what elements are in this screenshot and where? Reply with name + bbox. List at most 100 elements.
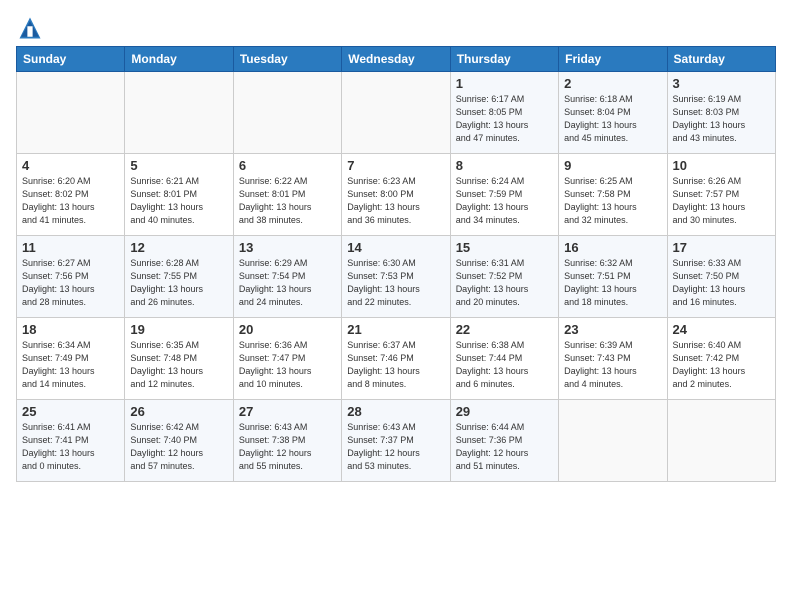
calendar-body: 1 Sunrise: 6:17 AM Sunset: 8:05 PM Daylig… (17, 72, 776, 482)
cell-info: Sunrise: 6:32 AM Sunset: 7:51 PM Dayligh… (564, 257, 661, 309)
calendar-cell: 20 Sunrise: 6:36 AM Sunset: 7:47 PM Dayli… (233, 318, 341, 400)
calendar-cell: 27 Sunrise: 6:43 AM Sunset: 7:38 PM Dayli… (233, 400, 341, 482)
calendar-cell: 3 Sunrise: 6:19 AM Sunset: 8:03 PM Daylig… (667, 72, 775, 154)
calendar-cell: 23 Sunrise: 6:39 AM Sunset: 7:43 PM Dayli… (559, 318, 667, 400)
cell-info: Sunrise: 6:22 AM Sunset: 8:01 PM Dayligh… (239, 175, 336, 227)
day-number: 11 (22, 240, 119, 255)
cell-info: Sunrise: 6:34 AM Sunset: 7:49 PM Dayligh… (22, 339, 119, 391)
day-number: 20 (239, 322, 336, 337)
calendar-cell: 2 Sunrise: 6:18 AM Sunset: 8:04 PM Daylig… (559, 72, 667, 154)
cell-info: Sunrise: 6:40 AM Sunset: 7:42 PM Dayligh… (673, 339, 770, 391)
calendar-cell: 14Sunrise: 6:30 AM Sunset: 7:53 PM Dayli… (342, 236, 450, 318)
calendar-cell: 18Sunrise: 6:34 AM Sunset: 7:49 PM Dayli… (17, 318, 125, 400)
cell-info: Sunrise: 6:24 AM Sunset: 7:59 PM Dayligh… (456, 175, 553, 227)
cell-info: Sunrise: 6:39 AM Sunset: 7:43 PM Dayligh… (564, 339, 661, 391)
day-number: 24 (673, 322, 770, 337)
logo (16, 14, 48, 42)
calendar-cell: 6 Sunrise: 6:22 AM Sunset: 8:01 PM Daylig… (233, 154, 341, 236)
cell-info: Sunrise: 6:23 AM Sunset: 8:00 PM Dayligh… (347, 175, 444, 227)
day-number: 12 (130, 240, 227, 255)
weekday-header: Monday (125, 47, 233, 72)
cell-info: Sunrise: 6:36 AM Sunset: 7:47 PM Dayligh… (239, 339, 336, 391)
cell-info: Sunrise: 6:31 AM Sunset: 7:52 PM Dayligh… (456, 257, 553, 309)
calendar-cell (17, 72, 125, 154)
cell-info: Sunrise: 6:33 AM Sunset: 7:50 PM Dayligh… (673, 257, 770, 309)
cell-info: Sunrise: 6:28 AM Sunset: 7:55 PM Dayligh… (130, 257, 227, 309)
calendar-cell (125, 72, 233, 154)
calendar-cell: 10 Sunrise: 6:26 AM Sunset: 7:57 PM Dayli… (667, 154, 775, 236)
calendar-week: 25 Sunrise: 6:41 AM Sunset: 7:41 PM Dayli… (17, 400, 776, 482)
day-number: 3 (673, 76, 770, 91)
day-number: 21 (347, 322, 444, 337)
day-number: 6 (239, 158, 336, 173)
calendar-cell: 9Sunrise: 6:25 AM Sunset: 7:58 PM Daylig… (559, 154, 667, 236)
weekday-header: Saturday (667, 47, 775, 72)
day-number: 10 (673, 158, 770, 173)
day-number: 2 (564, 76, 661, 91)
cell-info: Sunrise: 6:44 AM Sunset: 7:36 PM Dayligh… (456, 421, 553, 473)
cell-info: Sunrise: 6:35 AM Sunset: 7:48 PM Dayligh… (130, 339, 227, 391)
calendar-cell: 1 Sunrise: 6:17 AM Sunset: 8:05 PM Daylig… (450, 72, 558, 154)
weekday-header: Thursday (450, 47, 558, 72)
cell-info: Sunrise: 6:26 AM Sunset: 7:57 PM Dayligh… (673, 175, 770, 227)
calendar-cell: 12 Sunrise: 6:28 AM Sunset: 7:55 PM Dayli… (125, 236, 233, 318)
header-row: SundayMondayTuesdayWednesdayThursdayFrid… (17, 47, 776, 72)
day-number: 26 (130, 404, 227, 419)
cell-info: Sunrise: 6:27 AM Sunset: 7:56 PM Dayligh… (22, 257, 119, 309)
day-number: 19 (130, 322, 227, 337)
day-number: 23 (564, 322, 661, 337)
cell-info: Sunrise: 6:20 AM Sunset: 8:02 PM Dayligh… (22, 175, 119, 227)
weekday-header: Friday (559, 47, 667, 72)
cell-info: Sunrise: 6:41 AM Sunset: 7:41 PM Dayligh… (22, 421, 119, 473)
day-number: 4 (22, 158, 119, 173)
cell-info: Sunrise: 6:30 AM Sunset: 7:53 PM Dayligh… (347, 257, 444, 309)
calendar-header: SundayMondayTuesdayWednesdayThursdayFrid… (17, 47, 776, 72)
calendar-cell: 11 Sunrise: 6:27 AM Sunset: 7:56 PM Dayli… (17, 236, 125, 318)
calendar-cell: 19 Sunrise: 6:35 AM Sunset: 7:48 PM Dayli… (125, 318, 233, 400)
cell-info: Sunrise: 6:17 AM Sunset: 8:05 PM Dayligh… (456, 93, 553, 145)
cell-info: Sunrise: 6:43 AM Sunset: 7:37 PM Dayligh… (347, 421, 444, 473)
cell-info: Sunrise: 6:19 AM Sunset: 8:03 PM Dayligh… (673, 93, 770, 145)
cell-info: Sunrise: 6:37 AM Sunset: 7:46 PM Dayligh… (347, 339, 444, 391)
calendar-week: 1 Sunrise: 6:17 AM Sunset: 8:05 PM Daylig… (17, 72, 776, 154)
cell-info: Sunrise: 6:18 AM Sunset: 8:04 PM Dayligh… (564, 93, 661, 145)
calendar-cell: 5 Sunrise: 6:21 AM Sunset: 8:01 PM Daylig… (125, 154, 233, 236)
calendar-cell: 13Sunrise: 6:29 AM Sunset: 7:54 PM Dayli… (233, 236, 341, 318)
cell-info: Sunrise: 6:25 AM Sunset: 7:58 PM Dayligh… (564, 175, 661, 227)
calendar-cell: 22Sunrise: 6:38 AM Sunset: 7:44 PM Dayli… (450, 318, 558, 400)
day-number: 29 (456, 404, 553, 419)
day-number: 28 (347, 404, 444, 419)
day-number: 8 (456, 158, 553, 173)
day-number: 22 (456, 322, 553, 337)
day-number: 7 (347, 158, 444, 173)
day-number: 5 (130, 158, 227, 173)
calendar-week: 4 Sunrise: 6:20 AM Sunset: 8:02 PM Daylig… (17, 154, 776, 236)
day-number: 27 (239, 404, 336, 419)
calendar-cell: 16 Sunrise: 6:32 AM Sunset: 7:51 PM Dayli… (559, 236, 667, 318)
cell-info: Sunrise: 6:21 AM Sunset: 8:01 PM Dayligh… (130, 175, 227, 227)
day-number: 17 (673, 240, 770, 255)
day-number: 25 (22, 404, 119, 419)
calendar-cell: 26 Sunrise: 6:42 AM Sunset: 7:40 PM Dayli… (125, 400, 233, 482)
calendar-cell (233, 72, 341, 154)
cell-info: Sunrise: 6:43 AM Sunset: 7:38 PM Dayligh… (239, 421, 336, 473)
calendar-cell: 25 Sunrise: 6:41 AM Sunset: 7:41 PM Dayli… (17, 400, 125, 482)
cell-info: Sunrise: 6:42 AM Sunset: 7:40 PM Dayligh… (130, 421, 227, 473)
calendar-week: 11 Sunrise: 6:27 AM Sunset: 7:56 PM Dayli… (17, 236, 776, 318)
calendar-cell (342, 72, 450, 154)
calendar-cell: 8 Sunrise: 6:24 AM Sunset: 7:59 PM Daylig… (450, 154, 558, 236)
calendar-cell: 4 Sunrise: 6:20 AM Sunset: 8:02 PM Daylig… (17, 154, 125, 236)
calendar-week: 18Sunrise: 6:34 AM Sunset: 7:49 PM Dayli… (17, 318, 776, 400)
page-container: SundayMondayTuesdayWednesdayThursdayFrid… (0, 0, 792, 490)
weekday-header: Sunday (17, 47, 125, 72)
calendar-cell: 28 Sunrise: 6:43 AM Sunset: 7:37 PM Dayli… (342, 400, 450, 482)
calendar-cell (667, 400, 775, 482)
calendar-cell: 29 Sunrise: 6:44 AM Sunset: 7:36 PM Dayli… (450, 400, 558, 482)
weekday-header: Wednesday (342, 47, 450, 72)
day-number: 16 (564, 240, 661, 255)
calendar-cell: 24 Sunrise: 6:40 AM Sunset: 7:42 PM Dayli… (667, 318, 775, 400)
calendar-cell: 17 Sunrise: 6:33 AM Sunset: 7:50 PM Dayli… (667, 236, 775, 318)
calendar-cell (559, 400, 667, 482)
logo-icon (16, 14, 44, 42)
day-number: 1 (456, 76, 553, 91)
